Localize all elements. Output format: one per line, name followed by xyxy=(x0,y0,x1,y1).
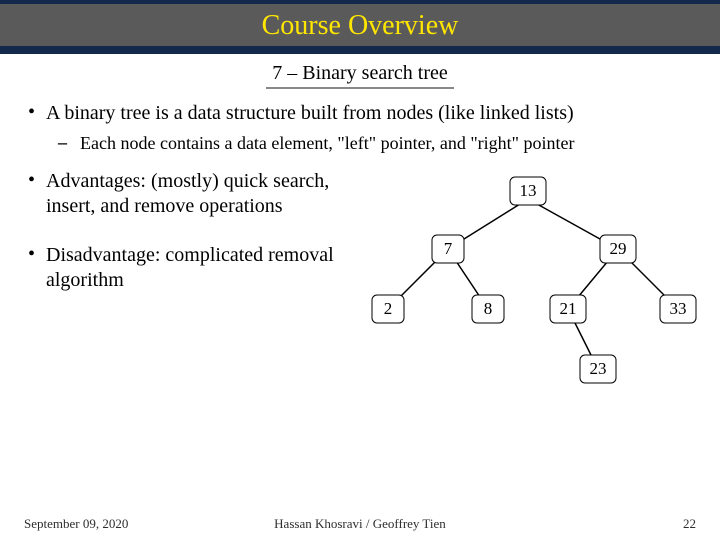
node-23: 23 xyxy=(580,355,616,383)
tree-nodes: 13 7 29 2 xyxy=(372,177,696,383)
bullet-1: • A binary tree is a data structure buil… xyxy=(28,101,692,126)
slide-subtitle: 7 – Binary search tree xyxy=(266,62,453,89)
bullet-text: A binary tree is a data structure built … xyxy=(46,101,692,126)
left-column: • Advantages: (mostly) quick search, ins… xyxy=(28,169,358,399)
node-2: 2 xyxy=(372,295,404,323)
footer: September 09, 2020 Hassan Khosravi / Geo… xyxy=(0,516,720,532)
tree-svg: 13 7 29 2 xyxy=(358,169,698,399)
slide: Course Overview 7 – Binary search tree •… xyxy=(0,0,720,540)
title-band: Course Overview xyxy=(0,0,720,54)
node-label: 2 xyxy=(384,299,393,318)
bullet-text: Disadvantage: complicated removal algori… xyxy=(46,243,348,293)
content-area: • A binary tree is a data structure buil… xyxy=(0,95,720,399)
bullet-3: • Disadvantage: complicated removal algo… xyxy=(28,243,348,293)
bullet-1-sub: – Each node contains a data element, "le… xyxy=(58,132,692,155)
bullet-dot: • xyxy=(28,101,46,126)
bullet-dash: – xyxy=(58,132,80,155)
bullet-text: Advantages: (mostly) quick search, inser… xyxy=(46,169,348,219)
node-label: 21 xyxy=(560,299,577,318)
node-label: 23 xyxy=(590,359,607,378)
tree-edges xyxy=(388,199,678,369)
two-column: • Advantages: (mostly) quick search, ins… xyxy=(28,169,692,399)
node-label: 7 xyxy=(444,239,453,258)
bullet-dot: • xyxy=(28,169,46,219)
slide-title: Course Overview xyxy=(0,10,720,42)
node-label: 29 xyxy=(610,239,627,258)
node-33: 33 xyxy=(660,295,696,323)
subtitle-area: 7 – Binary search tree xyxy=(0,54,720,95)
bullet-text: Each node contains a data element, "left… xyxy=(80,132,692,155)
node-21: 21 xyxy=(550,295,586,323)
node-29: 29 xyxy=(600,235,636,263)
node-8: 8 xyxy=(472,295,504,323)
node-13: 13 xyxy=(510,177,546,205)
node-label: 13 xyxy=(520,181,537,200)
footer-date: September 09, 2020 xyxy=(24,516,128,532)
node-7: 7 xyxy=(432,235,464,263)
bullet-2: • Advantages: (mostly) quick search, ins… xyxy=(28,169,348,219)
bullet-dot: • xyxy=(28,243,46,293)
node-label: 33 xyxy=(670,299,687,318)
node-label: 8 xyxy=(484,299,493,318)
footer-page: 22 xyxy=(683,516,696,532)
tree-diagram: 13 7 29 2 xyxy=(358,169,692,399)
